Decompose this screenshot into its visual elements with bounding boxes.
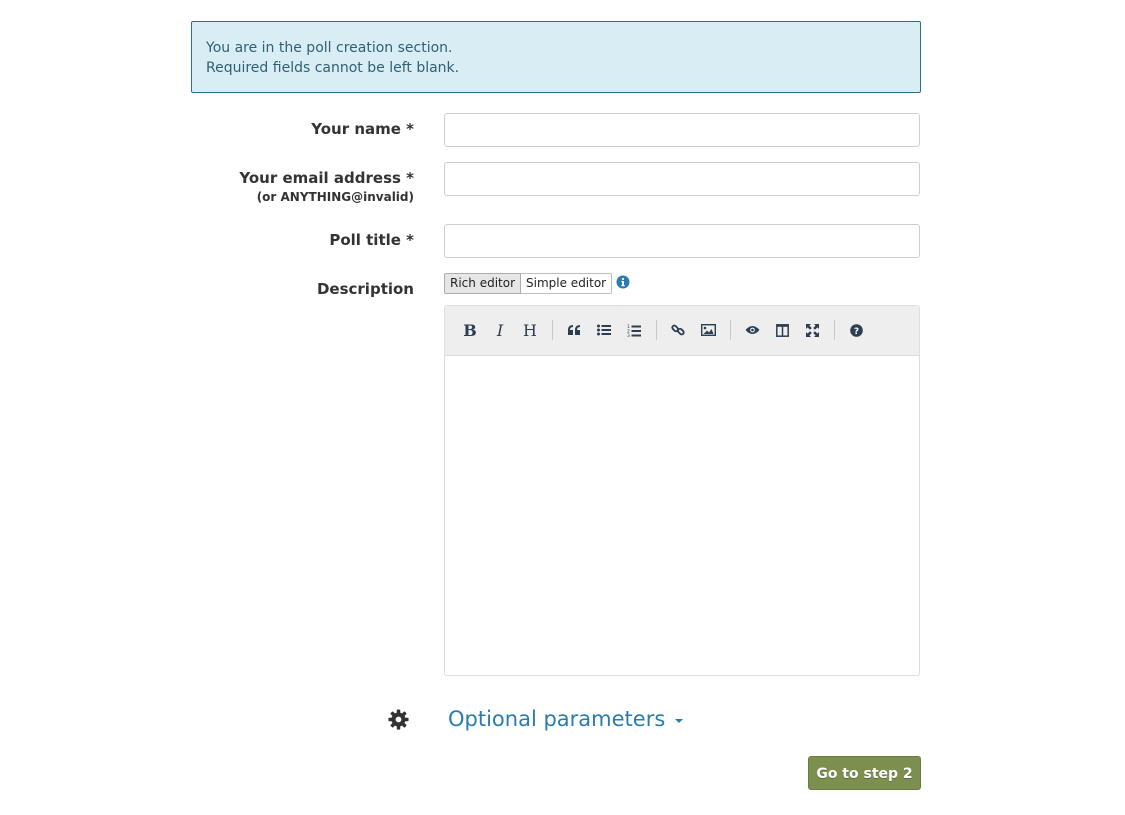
description-label: Description: [317, 280, 414, 298]
description-label-text: Description: [316, 280, 414, 298]
toolbar-separator: [730, 320, 731, 340]
alert-line-1: You are in the poll creation section.: [206, 40, 453, 56]
email-hint: (or ANYTHING@invalid): [256, 190, 414, 204]
email-label: Your email address * (or ANYTHING@invali…: [239, 169, 414, 204]
editor-mode-toggle: Rich editor Simple editor: [444, 273, 613, 294]
poll-title-label-text: Poll title *: [329, 231, 414, 249]
editor-toolbar: B I H 123 ?: [445, 306, 919, 356]
name-label-text: Your name *: [311, 120, 414, 138]
gear-icon: [388, 709, 409, 730]
go-to-step-2-button[interactable]: Go to step 2: [808, 756, 921, 790]
quote-icon[interactable]: [562, 318, 586, 342]
bold-icon[interactable]: B: [458, 318, 482, 342]
caret-down-icon: [675, 718, 684, 723]
optional-parameters-toggle[interactable]: Optional parameters: [448, 707, 684, 731]
fullscreen-icon[interactable]: [800, 318, 824, 342]
toolbar-separator: [656, 320, 657, 340]
poll-title-input[interactable]: [444, 224, 920, 258]
help-guide-icon[interactable]: ?: [844, 318, 868, 342]
link-icon[interactable]: [666, 318, 690, 342]
toolbar-separator: [552, 320, 553, 340]
rich-editor-button[interactable]: Rich editor: [444, 273, 522, 294]
name-label: Your name *: [311, 120, 414, 138]
email-input[interactable]: [444, 162, 920, 196]
optional-parameters-label: Optional parameters: [448, 707, 666, 731]
alert-line-2: Required fields cannot be left blank.: [206, 60, 460, 76]
editor-text-area[interactable]: [445, 356, 919, 676]
markdown-editor: B I H 123 ?: [444, 305, 920, 676]
svg-text:?: ?: [853, 327, 858, 337]
image-icon[interactable]: [696, 318, 720, 342]
simple-editor-button[interactable]: Simple editor: [521, 273, 613, 294]
preview-eye-icon[interactable]: [740, 318, 764, 342]
poll-title-label: Poll title *: [329, 231, 414, 249]
info-alert: You are in the poll creation section. Re…: [191, 21, 921, 93]
ordered-list-icon[interactable]: 123: [622, 318, 646, 342]
heading-icon[interactable]: H: [518, 318, 542, 342]
name-input[interactable]: [444, 113, 920, 147]
email-label-text: Your email address *: [239, 169, 414, 187]
side-by-side-icon[interactable]: [770, 318, 794, 342]
toolbar-separator: [834, 320, 835, 340]
info-icon[interactable]: [616, 275, 630, 289]
svg-text:3: 3: [627, 333, 630, 337]
unordered-list-icon[interactable]: [592, 318, 616, 342]
italic-icon[interactable]: I: [488, 318, 512, 342]
